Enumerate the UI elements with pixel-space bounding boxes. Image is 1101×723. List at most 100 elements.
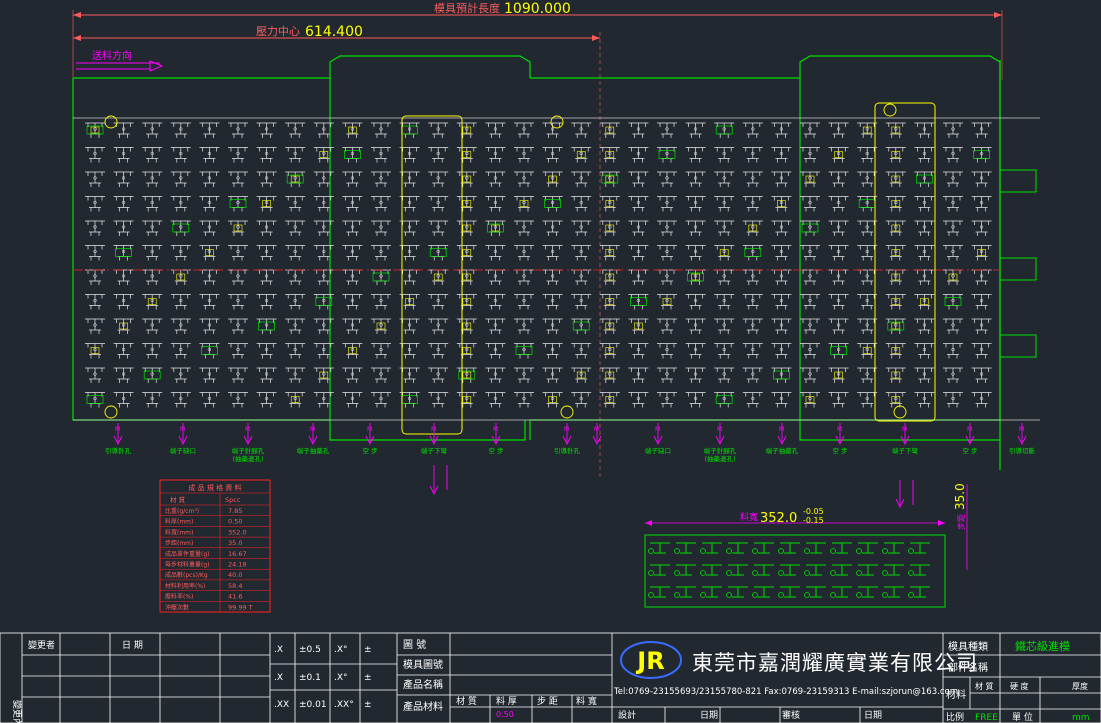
strip-part: [542, 269, 563, 286]
strip-part: [742, 367, 764, 384]
station-marker: M 空 步: [488, 423, 504, 455]
strip-width-value: 352.0: [760, 511, 797, 526]
strip-part: [685, 269, 706, 286]
strip-part: [84, 269, 106, 286]
detail-part: [752, 542, 774, 554]
strip-part: [942, 147, 964, 163]
strip-part: [885, 147, 907, 163]
strip-part: [914, 367, 935, 384]
strip-part: [313, 318, 335, 335]
feed-direction-arrow: 送料方向: [76, 49, 164, 72]
strip-part: [199, 220, 220, 237]
total-length-dimension: 模具預計長度 1090.000: [72, 1, 1003, 80]
total-length-label: 模具預計長度: [434, 1, 500, 15]
revision-side-label: 變更內容: [11, 700, 23, 723]
strip-part: [170, 367, 192, 384]
strip-part: [742, 220, 764, 237]
bend-station-highlight-2: [874, 102, 936, 422]
strip-part: [141, 196, 163, 212]
strip-part: [456, 343, 478, 359]
strip-part: [399, 392, 420, 408]
strip-part: [199, 343, 220, 359]
strip-part: [227, 171, 249, 188]
strip-part: [199, 392, 220, 408]
station-marker: M 引導針孔: [105, 423, 132, 455]
direction-mark: M: [431, 426, 436, 433]
strip-part: [313, 392, 335, 408]
strip-part: [113, 392, 134, 408]
mold-type-label: 模具種類: [948, 640, 988, 653]
strip-part: [799, 318, 821, 335]
strip-part: [313, 196, 335, 212]
strip-part: [570, 367, 592, 384]
station-label: 引導針孔: [105, 446, 132, 455]
strip-part: [570, 392, 592, 408]
strip-part: [771, 196, 792, 212]
material-table-value: 0.50: [228, 518, 242, 526]
station-marker: M 端子針腳孔(抽藥邊孔): [232, 423, 265, 463]
detail-part: [804, 586, 826, 598]
strip-part: [256, 171, 277, 188]
strip-part: [771, 147, 792, 163]
strip-part: [313, 220, 335, 237]
strip-part: [284, 220, 306, 237]
strip-part: [771, 318, 792, 335]
strip-part: [771, 220, 792, 237]
station-label: 端子下彎: [421, 446, 448, 455]
strip-part: [771, 367, 792, 384]
strip-part: [84, 367, 106, 384]
strip-part: [942, 269, 964, 286]
strip-part: [685, 294, 706, 310]
material-table-key: 成品數(pcs)/Kg: [165, 571, 208, 579]
scale-label: 比例: [946, 711, 964, 723]
strip-part: [84, 392, 106, 408]
tol-b-3: ±0.01: [299, 700, 327, 710]
detail-part: [778, 542, 800, 554]
pilot-hole: [560, 405, 574, 419]
strip-part: [628, 171, 649, 188]
strip-part: [856, 318, 878, 335]
station-label: 空 步: [362, 446, 378, 455]
logo-text: JR: [635, 647, 664, 675]
strip-part: [399, 122, 420, 139]
strip-part: [628, 392, 649, 408]
strip-part: [799, 196, 821, 212]
strip-part: [599, 171, 621, 188]
strip-part: [256, 122, 277, 139]
strip-part: [542, 294, 563, 310]
strip-part: [656, 318, 678, 335]
strip-part: [742, 343, 764, 359]
strip-part: [342, 269, 363, 286]
strip-part: [485, 392, 506, 408]
strip-part: [399, 294, 420, 310]
detail-part: [830, 542, 852, 554]
strip-part: [771, 269, 792, 286]
strip-part: [685, 318, 706, 335]
strip-part: [656, 171, 678, 188]
strip-part: [84, 220, 106, 237]
material-table-value: 7.85: [228, 507, 242, 515]
strip-part: [227, 269, 249, 286]
strip-part: [856, 147, 878, 163]
strip-part: [799, 367, 821, 384]
strip-part: [628, 269, 649, 286]
part-name-label: 部件名稱: [948, 661, 988, 674]
strip-part: [399, 171, 420, 188]
strip-part: [427, 245, 449, 261]
detail-part: [908, 564, 930, 576]
strip-part: [513, 392, 535, 408]
strip-part: [942, 220, 964, 237]
strip-part: [628, 245, 649, 261]
strip-part: [942, 343, 964, 359]
strip-part: [914, 245, 935, 261]
field-mold-no: 模具圖號: [403, 658, 443, 671]
material-table-value: 35.0: [228, 539, 242, 547]
strip-part: [885, 343, 907, 359]
strip-part: [828, 196, 849, 212]
strip-part: [227, 122, 249, 139]
station-marker: M 端子缺口: [170, 423, 196, 455]
strip-part: [628, 220, 649, 237]
strip-part: [513, 196, 535, 212]
sign-review: 審核: [782, 709, 800, 721]
strip-part: [799, 122, 821, 139]
